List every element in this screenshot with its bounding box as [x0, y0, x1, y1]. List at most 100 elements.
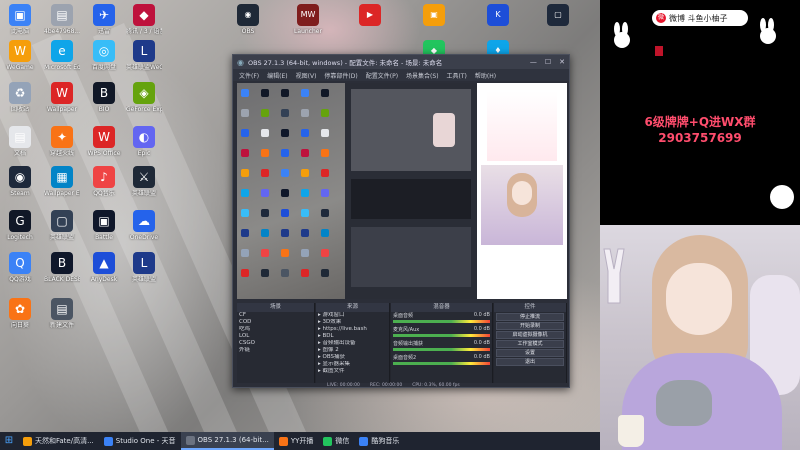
source-item[interactable]: ▸ 音频输出设备: [316, 340, 389, 347]
scene-item[interactable]: LOL: [237, 333, 314, 340]
desktop-icon[interactable]: MW Launcher: [290, 4, 326, 36]
scene-item[interactable]: COD: [237, 319, 314, 326]
scene-item[interactable]: CSGO: [237, 340, 314, 347]
desktop-icon[interactable]: ✈ 迅雷: [86, 4, 122, 36]
desktop-icon[interactable]: K: [480, 4, 516, 28]
control-button[interactable]: 设置: [496, 349, 564, 357]
obs-logo-icon: ◉: [237, 57, 244, 67]
desktop-icon-label: Epic: [137, 150, 151, 157]
desktop-icon[interactable]: B BIO: [86, 82, 122, 114]
obs-statusbar: LIVE: 00:00:00 REC: 00:00:00 CPU: 0.3%, …: [237, 383, 567, 389]
desktop-icon[interactable]: ▣: [416, 4, 452, 28]
desktop-icon[interactable]: ◉ Steam: [2, 166, 38, 198]
desktop-icon[interactable]: ▣ Battle: [86, 210, 122, 242]
volume-meter[interactable]: [393, 362, 490, 365]
desktop-icon[interactable]: ▤ 4be47968...: [44, 4, 80, 36]
menu-tools[interactable]: 工具(T): [447, 71, 467, 80]
weibo-badge: 微 微博 斗鱼小柚子: [652, 10, 748, 26]
scene-item[interactable]: 吃鸡: [237, 326, 314, 333]
volume-meter[interactable]: [393, 334, 490, 337]
desktop-icon[interactable]: ▤ 新建文件: [44, 298, 80, 330]
desktop-icon[interactable]: ⚔ 英雄联盟: [126, 166, 162, 198]
desktop-icon[interactable]: Q QQ游戏: [2, 252, 38, 284]
obs-preview[interactable]: [237, 83, 567, 299]
taskbar-item[interactable]: OBS 27.1.3 (64-bit...: [180, 432, 274, 450]
desktop-icon[interactable]: B BLACK DESERT: [44, 252, 80, 284]
menu-view[interactable]: 视图(V): [296, 71, 317, 80]
source-item[interactable]: ▸ 显示器采集: [316, 361, 389, 368]
control-button[interactable]: 开始录制: [496, 322, 564, 330]
desktop-icon[interactable]: e Microsoft Edge: [44, 40, 80, 72]
source-item[interactable]: ▸ OBS捕获: [316, 354, 389, 361]
app-icon: Q: [9, 252, 31, 274]
source-item[interactable]: ▸ https://live.bash: [316, 326, 389, 333]
preview-desktop-icon: [281, 149, 289, 157]
desktop-icon[interactable]: ▦ Wallpaper Engine: [44, 166, 80, 198]
preview-desktop-icon: [301, 269, 309, 277]
app-icon: W: [9, 40, 31, 62]
taskbar-items: 天然和Fate/高清... Studio One - 天音 OBS 27.1.3 (…: [18, 432, 404, 450]
scene-item[interactable]: 外链: [237, 347, 314, 354]
maximize-icon[interactable]: ☐: [545, 58, 551, 66]
desktop-icon-label: BIO: [98, 106, 110, 113]
preview-desktop-icon: [321, 269, 329, 277]
desktop-icon[interactable]: ◈ GeForce Experience: [126, 82, 162, 114]
menu-help[interactable]: 帮助(H): [475, 71, 496, 80]
desktop-icon[interactable]: ▶: [352, 4, 388, 28]
source-item[interactable]: ▸ BDL: [316, 333, 389, 340]
menu-profile[interactable]: 配置文件(P): [366, 71, 398, 80]
desktop-icon[interactable]: ◐ Epic: [126, 126, 162, 158]
source-item[interactable]: ▸ 3D效果: [316, 319, 389, 326]
control-button[interactable]: 停止推流: [496, 313, 564, 321]
menu-edit[interactable]: 编辑(E): [267, 71, 287, 80]
desktop-icon[interactable]: W WPS Office: [86, 126, 122, 158]
weibo-label: 微博 斗鱼小柚子: [669, 13, 728, 23]
control-button[interactable]: 启动虚拟摄像机: [496, 331, 564, 339]
taskbar-item[interactable]: YY开播: [274, 432, 319, 450]
desktop-icon[interactable]: L 英雄联盟WeGame版: [126, 40, 162, 72]
volume-meter[interactable]: [393, 348, 490, 351]
menu-docks[interactable]: 停靠部件(D): [324, 71, 357, 80]
control-button[interactable]: 工作室模式: [496, 340, 564, 348]
desktop-icon-label: Launcher: [294, 28, 322, 35]
desktop-icon[interactable]: ♻ 回收站: [2, 82, 38, 114]
control-button[interactable]: 退出: [496, 358, 564, 366]
source-item[interactable]: ▸ 游戏窗口: [316, 312, 389, 319]
desktop-icon[interactable]: ✿ 向日葵: [2, 298, 38, 330]
desktop-icon[interactable]: ◆ 腾讯 / 3 / 语音: [126, 4, 162, 36]
windows-start-icon[interactable]: ⊞: [0, 432, 18, 450]
menu-file[interactable]: 文件(F): [239, 71, 259, 80]
desktop-icon[interactable]: ▢: [540, 4, 576, 28]
desktop-icon[interactable]: ▤ 文档: [2, 126, 38, 158]
desktop-icon[interactable]: W WeGame: [2, 40, 38, 72]
desktop-icon[interactable]: ▢ 英雄联盟: [44, 210, 80, 242]
desktop-icon[interactable]: ▣ 此电脑: [2, 4, 38, 36]
taskbar-item[interactable]: 微信: [318, 432, 354, 450]
close-icon[interactable]: ✕: [559, 58, 565, 66]
minimize-icon[interactable]: —: [530, 58, 537, 66]
taskbar-item[interactable]: 天然和Fate/高清...: [18, 432, 99, 450]
obs-window[interactable]: ◉ OBS 27.1.3 (64-bit, windows) - 配置文件: 未…: [232, 54, 570, 388]
source-item[interactable]: ▸ 截图文件: [316, 368, 389, 375]
desktop-icon[interactable]: ◉ OBS: [230, 4, 266, 36]
scene-item[interactable]: CF: [237, 312, 314, 319]
desktop-icon[interactable]: ▲ AnyDesk: [86, 252, 122, 284]
desktop-icon[interactable]: ☁ OneDrive: [126, 210, 162, 242]
desktop-icon[interactable]: L 英雄联盟: [126, 252, 162, 284]
desktop-icon[interactable]: W Wallpaper: [44, 82, 80, 114]
desktop-icon[interactable]: G Logitech: [2, 210, 38, 242]
desktop-icon[interactable]: ✦ 穿越火线: [44, 126, 80, 158]
desktop-icon-label: 4be47968...: [44, 28, 80, 35]
desktop-icon[interactable]: ♪ QQ音乐: [86, 166, 122, 198]
desktop-icon-label: 英雄联盟WeGame版: [126, 64, 162, 71]
desktop-icon[interactable]: ◎ 百度网盘: [86, 40, 122, 72]
taskbar-item[interactable]: 酷狗音乐: [354, 432, 404, 450]
app-icon: e: [51, 40, 73, 62]
source-item[interactable]: ▸ 图像 2: [316, 347, 389, 354]
desktop-icon-label: 迅雷: [97, 28, 110, 35]
taskbar-item-label: 微信: [335, 437, 350, 445]
taskbar-item[interactable]: Studio One - 天音: [99, 432, 181, 450]
menu-scene-collection[interactable]: 场景集合(S): [406, 71, 439, 80]
obs-title-bar[interactable]: ◉ OBS 27.1.3 (64-bit, windows) - 配置文件: 未…: [233, 55, 569, 69]
volume-meter[interactable]: [393, 320, 490, 323]
